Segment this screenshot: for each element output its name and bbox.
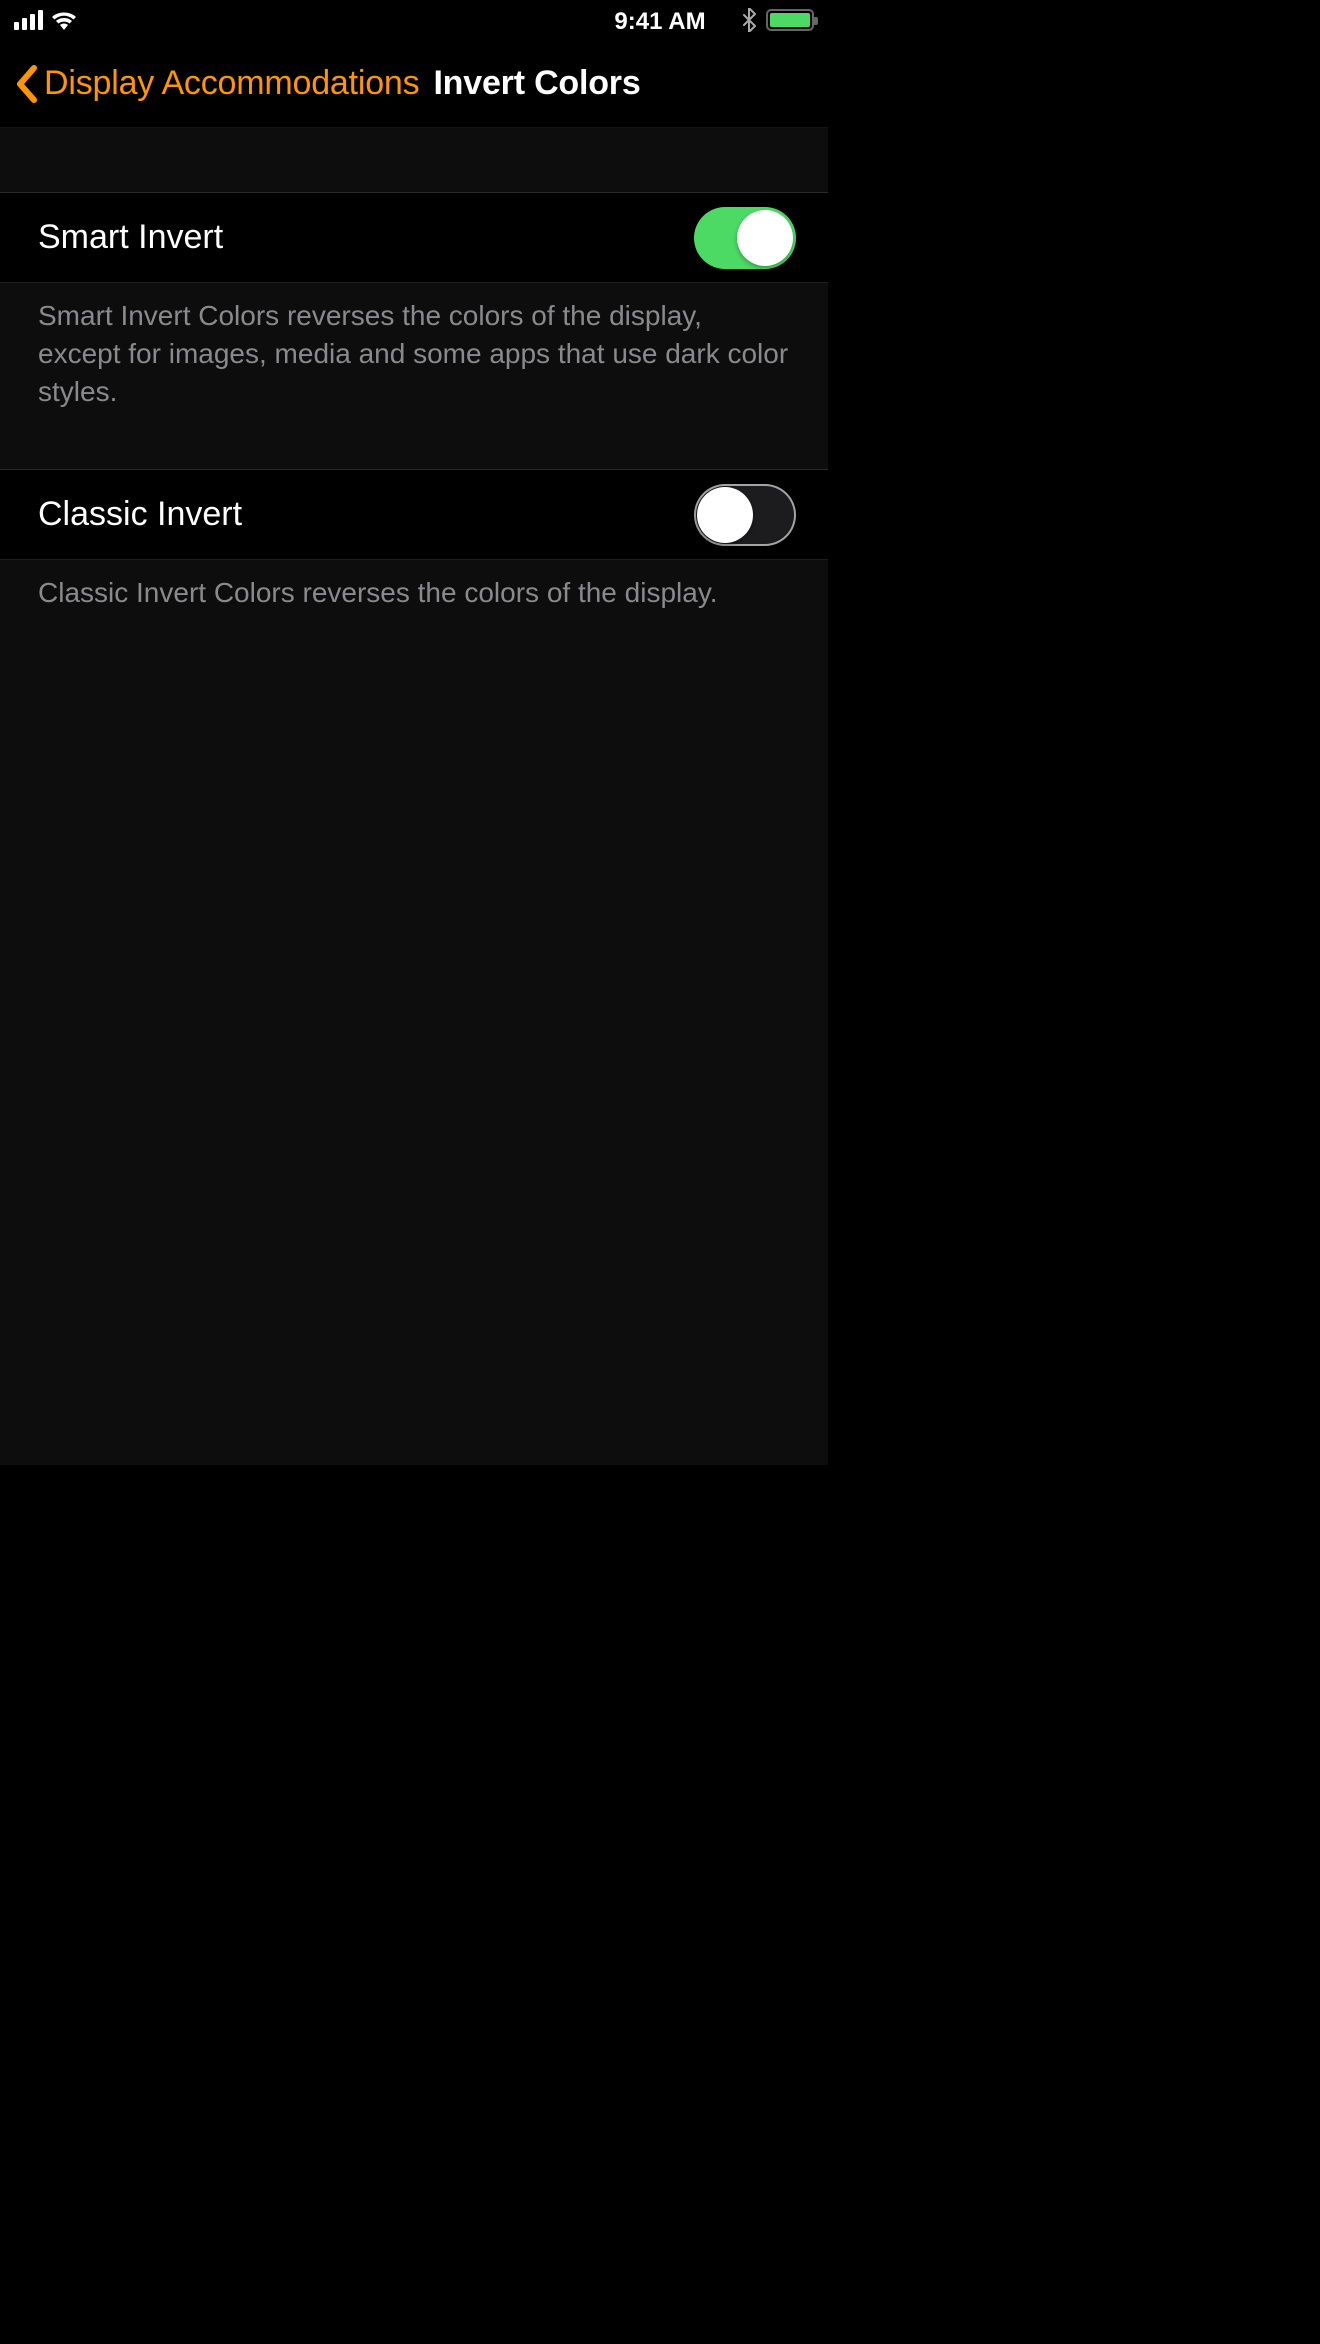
classic-invert-footer: Classic Invert Colors reverses the color… [0, 560, 828, 642]
battery-icon [766, 9, 814, 31]
bluetooth-icon [742, 8, 756, 32]
smart-invert-toggle[interactable] [694, 207, 796, 269]
status-bar: 9:41 AM [0, 0, 828, 40]
classic-invert-toggle[interactable] [694, 484, 796, 546]
classic-invert-label: Classic Invert [38, 495, 242, 534]
navigation-bar: Display Accommodations Invert Colors [0, 40, 828, 128]
classic-invert-row[interactable]: Classic Invert [0, 470, 828, 560]
smart-invert-row[interactable]: Smart Invert [0, 193, 828, 283]
back-button-label[interactable]: Display Accommodations [44, 64, 419, 103]
page-title: Invert Colors [433, 64, 640, 103]
wifi-icon [51, 10, 77, 30]
smart-invert-footer: Smart Invert Colors reverses the colors … [0, 283, 828, 440]
cellular-signal-icon [14, 10, 43, 30]
status-time: 9:41 AM [614, 8, 705, 36]
smart-invert-label: Smart Invert [38, 218, 223, 257]
back-chevron-icon[interactable] [14, 64, 38, 104]
settings-content: Smart Invert Smart Invert Colors reverse… [0, 128, 828, 1465]
